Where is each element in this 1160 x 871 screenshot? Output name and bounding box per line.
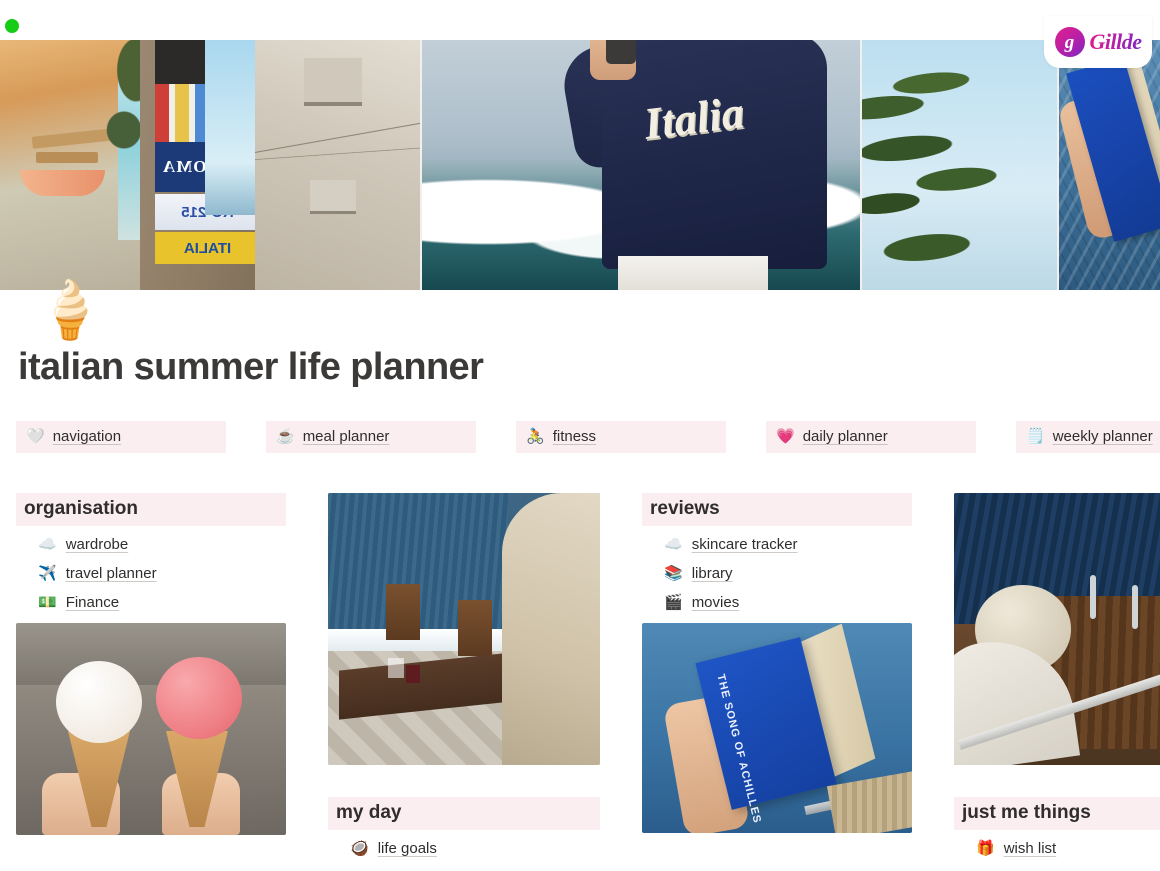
nav-pill-label: navigation [52,428,122,445]
gillde-mark-icon: g [1054,27,1085,57]
list-item-library[interactable]: 📚 library [664,565,912,582]
section-header-reviews: reviews [642,493,912,526]
my-day-column: my day 🥥 life goals [328,493,600,869]
list-item-label: library [691,565,733,582]
nav-pill-weekly-planner[interactable]: 🗒️ weekly planner [1016,421,1160,453]
hero-image-italian-alley: I ❤ ROMA RO-215 ITALIA [0,40,420,290]
postcard-italia-plate: ITALIA [155,232,260,264]
photo-two-gelato-cones [16,623,286,835]
list-item-finance[interactable]: 💵 Finance [38,594,286,611]
recording-dot-icon [5,19,19,33]
nav-pill-fitness[interactable]: 🚴 fitness [516,421,726,453]
table-chair-back-right [458,600,492,657]
cloud-icon: ☁️ [38,536,57,553]
list-item-label: travel planner [65,565,157,582]
wine-glass [406,665,420,684]
section-header-organisation: organisation [16,493,286,526]
boat-ladder-rail-right [1132,585,1139,630]
cloud-icon: ☁️ [664,536,683,553]
ice-cream-icon: 🍦 [35,278,105,341]
nav-pill-label: weekly planner [1052,428,1153,445]
list-item-life-goals[interactable]: 🥥 life goals [350,840,600,857]
window-top-bar [0,0,1160,40]
white-trousers [618,256,768,290]
photo-reading-book-on-boat: THE SONG OF ACHILLES [642,623,912,833]
gelato-scoop-vanilla [56,661,142,743]
organisation-link-list: ☁️ wardrobe ✈️ travel planner 💵 Finance [38,536,286,611]
nav-pill-daily-planner[interactable]: 💗 daily planner [766,421,976,453]
reviews-column: reviews ☁️ skincare tracker 📚 library 🎬 … [642,493,912,833]
gillde-logo[interactable]: g Gillde [1044,16,1152,68]
gelato-scoop-strawberry [156,657,242,739]
list-item-label: Finance [65,594,120,611]
list-item-movies[interactable]: 🎬 movies [664,594,912,611]
list-item-travel-planner[interactable]: ✈️ travel planner [38,565,286,582]
coconut-icon: 🥥 [350,840,369,857]
list-item-wish-list[interactable]: 🎁 wish list [976,840,1160,857]
photo-boat-deck-ladder [954,493,1160,765]
clapper-board-icon: 🎬 [664,594,683,611]
hero-banner: I ❤ ROMA RO-215 ITALIA Italia [0,16,1160,338]
section-header-just-me-things: just me things [954,797,1160,830]
section-header-my-day: my day [328,797,600,830]
photo-seaside-restaurant-table [328,493,600,765]
gillde-wordmark: Gillde [1089,29,1143,54]
postcard-italia-text: ITALIA [183,239,232,257]
list-item-label: wish list [1003,840,1057,857]
books-icon: 📚 [664,565,683,582]
list-item-wardrobe[interactable]: ☁️ wardrobe [38,536,286,553]
phone-icon [606,40,636,64]
navy-sweatshirt [602,40,827,269]
table-stucco-wall [502,493,600,765]
coffee-icon: ☕ [276,428,295,445]
list-item-label: movies [691,594,740,611]
page-title: italian summer life planner [18,346,484,388]
hero-image-book-at-sea [1057,40,1160,290]
hero-image-palm-tree [860,40,1057,290]
table-chair-back-left [386,583,420,640]
page-body: italian summer life planner 🤍 navigation… [0,346,1160,869]
white-heart-icon: 🤍 [26,428,45,445]
airplane-icon: ✈️ [38,565,57,582]
list-item-label: wardrobe [65,536,129,553]
nav-pill-navigation[interactable]: 🤍 navigation [16,421,226,453]
just-me-things-column: just me things 🎁 wish list [954,493,1160,869]
navigation-pill-row: 🤍 navigation ☕ meal planner 🚴 fitness 💗 … [16,421,1160,453]
nav-pill-label: daily planner [802,428,888,445]
gelato-street-background [16,623,286,685]
banknote-icon: 💵 [38,594,57,611]
just-me-things-link-list: 🎁 wish list [976,840,1160,857]
boat-deck-edge [826,770,912,833]
boat-ladder-rail-left [1089,574,1096,619]
water-glass [388,657,404,678]
nav-pill-label: meal planner [302,428,390,445]
nav-pill-meal-planner[interactable]: ☕ meal planner [266,421,476,453]
hero-image-italia-sweatshirt: Italia [420,40,860,290]
organisation-column: organisation ☁️ wardrobe ✈️ travel plann… [16,493,286,835]
gift-icon: 🎁 [976,840,995,857]
content-columns: organisation ☁️ wardrobe ✈️ travel plann… [16,493,1160,869]
reviews-link-list: ☁️ skincare tracker 📚 library 🎬 movies [664,536,912,611]
alley-power-lines [255,80,420,200]
list-item-label: skincare tracker [691,536,798,553]
cyclist-icon: 🚴 [526,428,545,445]
my-day-link-list: 🥥 life goals [350,840,600,857]
pink-heart-icon: 💗 [776,428,795,445]
notepad-icon: 🗒️ [1026,428,1045,445]
list-item-label: life goals [377,840,437,857]
nav-pill-label: fitness [552,428,597,445]
palm-fronds [862,40,1049,290]
list-item-skincare-tracker[interactable]: ☁️ skincare tracker [664,536,912,553]
